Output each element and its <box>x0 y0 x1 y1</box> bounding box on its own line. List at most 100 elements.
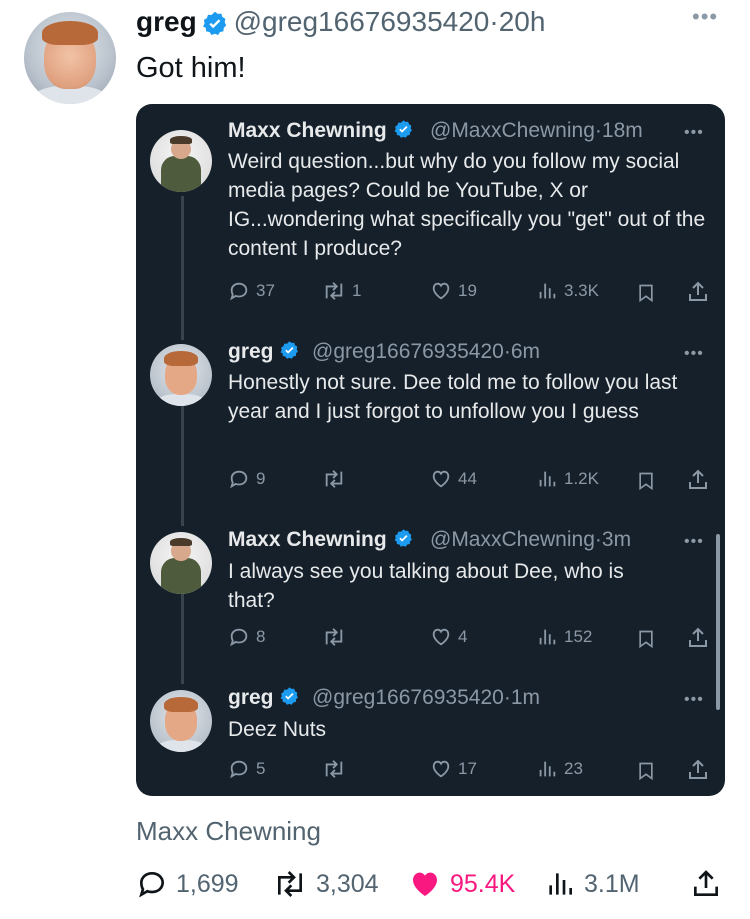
retweet-button[interactable] <box>322 468 352 490</box>
more-options-icon[interactable]: ••• <box>684 691 704 709</box>
dot-separator: · <box>503 686 511 709</box>
reply-button[interactable]: 5 <box>228 758 265 780</box>
thread-author-handle[interactable]: @MaxxChewning·18m <box>430 119 643 143</box>
post-time: 6m <box>510 340 541 363</box>
more-options-icon[interactable]: ••• <box>684 124 704 142</box>
share-icon[interactable] <box>690 868 722 900</box>
avatar-shirt <box>154 739 208 752</box>
like-button[interactable]: 44 <box>430 468 477 490</box>
reply-button[interactable]: 37 <box>228 280 275 302</box>
views-count: 3.3K <box>564 281 599 300</box>
more-options-icon[interactable]: ••• <box>684 345 704 363</box>
thread-author-name[interactable]: greg <box>228 686 300 710</box>
retweet-count: 1 <box>352 281 362 300</box>
verified-badge-icon <box>394 529 412 547</box>
views-button[interactable]: 152 <box>536 626 592 648</box>
more-options-icon[interactable]: ••• <box>692 4 718 30</box>
analytics-icon <box>539 471 556 487</box>
tweet-retweet-count: 3,304 <box>316 869 379 898</box>
thread-author-handle[interactable]: @greg16676935420·6m <box>312 340 540 364</box>
thread-post-text: Deez Nuts <box>228 718 327 741</box>
reply-icon <box>230 470 248 489</box>
retweet-icon <box>325 760 343 778</box>
reply-icon <box>230 282 248 301</box>
bookmark-icon[interactable] <box>636 760 656 782</box>
analytics-icon <box>539 283 556 299</box>
reply-button[interactable]: 8 <box>228 626 265 648</box>
handle-text: @MaxxChewning <box>430 119 595 142</box>
views-count: 152 <box>564 627 593 646</box>
quoted-thread-card[interactable]: Maxx Chewning @MaxxChewning·18m ••• Weir… <box>136 104 725 796</box>
avatar-hair <box>170 136 192 144</box>
bookmark-icon[interactable] <box>636 470 656 492</box>
author-name[interactable]: greg <box>136 6 197 37</box>
reply-count: 9 <box>256 469 266 488</box>
heart-icon <box>432 282 450 300</box>
heart-icon <box>432 470 450 488</box>
views-button[interactable]: 1.2K <box>536 468 599 490</box>
analytics-icon <box>539 761 556 777</box>
thread-avatar-greg[interactable] <box>150 690 212 752</box>
views-button[interactable]: 23 <box>536 758 583 780</box>
tweet-like-count: 95.4K <box>450 869 516 898</box>
tweet-text: Got him! <box>136 52 246 84</box>
tweet-like-button[interactable]: 95.4K <box>408 868 515 900</box>
retweet-icon <box>325 282 343 300</box>
tweet-retweet-button[interactable]: 3,304 <box>272 868 379 900</box>
tweet-time[interactable]: 20h <box>499 6 546 37</box>
avatar-hair <box>163 697 199 713</box>
image-caption-label: Maxx Chewning <box>136 816 321 846</box>
dot-separator: · <box>594 528 602 551</box>
bookmark-icon[interactable] <box>636 282 656 304</box>
like-button[interactable]: 19 <box>430 280 477 302</box>
author-handle[interactable]: @greg16676935420 <box>234 6 490 37</box>
more-options-icon[interactable]: ••• <box>684 533 704 551</box>
dot-separator: · <box>489 6 499 37</box>
tweet-reply-button[interactable]: 1,699 <box>136 868 239 900</box>
thread-author-handle[interactable]: @greg16676935420·1m <box>312 686 540 710</box>
retweet-button[interactable] <box>322 626 352 648</box>
analytics-icon <box>539 629 556 645</box>
dot-separator: · <box>594 119 602 142</box>
tweet-views-button[interactable]: 3.1M <box>544 868 640 900</box>
avatar-hair <box>170 538 192 546</box>
thread-avatar-greg[interactable] <box>150 344 212 406</box>
post-time: 1m <box>510 686 541 709</box>
bookmark-icon[interactable] <box>636 628 656 650</box>
thread-author-name[interactable]: Maxx Chewning <box>228 119 414 143</box>
analytics-icon <box>549 873 572 895</box>
verified-badge-icon <box>394 120 412 138</box>
retweet-button[interactable]: 1 <box>322 280 361 302</box>
handle-text: @MaxxChewning <box>430 528 595 551</box>
tweet-views-count: 3.1M <box>584 869 640 898</box>
retweet-button[interactable] <box>322 758 352 780</box>
thread-avatar-maxx[interactable] <box>150 130 212 192</box>
avatar-shirt <box>154 393 208 406</box>
heart-icon <box>432 760 450 778</box>
verified-badge-icon <box>201 10 229 43</box>
avatar-hair <box>42 21 98 46</box>
scrollbar-thumb[interactable] <box>716 534 720 710</box>
views-button[interactable]: 3.3K <box>536 280 599 302</box>
like-button[interactable]: 4 <box>430 626 467 648</box>
thread-author-name-text: Maxx Chewning <box>228 119 387 142</box>
thread-author-name[interactable]: greg <box>228 340 300 364</box>
reply-count: 37 <box>256 281 275 300</box>
thread-connector <box>181 196 184 340</box>
like-count: 44 <box>458 469 477 488</box>
share-icon[interactable] <box>686 626 710 650</box>
tweet-reply-count: 1,699 <box>176 869 239 898</box>
retweet-icon <box>278 871 302 897</box>
share-icon[interactable] <box>686 758 710 782</box>
dot-separator: · <box>503 340 511 363</box>
share-icon[interactable] <box>686 468 710 492</box>
thread-post-text: Honestly not sure. Dee told me to follow… <box>228 371 678 423</box>
share-icon[interactable] <box>686 280 710 304</box>
thread-avatar-maxx[interactable] <box>150 532 212 594</box>
thread-author-name[interactable]: Maxx Chewning <box>228 528 414 552</box>
like-button[interactable]: 17 <box>430 758 477 780</box>
author-avatar[interactable] <box>24 12 116 104</box>
retweet-icon <box>325 470 343 488</box>
reply-button[interactable]: 9 <box>228 468 265 490</box>
thread-author-handle[interactable]: @MaxxChewning·3m <box>430 528 631 552</box>
